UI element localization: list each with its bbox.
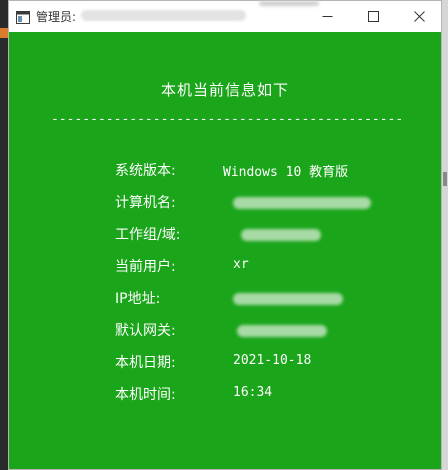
window-title: 管理员: [36, 10, 77, 24]
info-value: xr [233, 257, 249, 272]
close-button[interactable] [396, 1, 442, 32]
maximize-icon [367, 11, 379, 22]
info-label: 工作组/域: [115, 227, 181, 243]
info-label: 计算机名: [115, 195, 176, 211]
console-heading: 本机当前信息如下 [160, 81, 289, 99]
console-output[interactable]: 本机当前信息如下 -------------------------------… [9, 32, 441, 469]
info-label: 本机时间: [115, 387, 176, 403]
background-scrollbar [442, 0, 448, 470]
console-divider: ----------------------------------------… [51, 112, 403, 127]
background-window-edge [0, 0, 8, 470]
info-value: 2021-10-18 [233, 353, 312, 368]
minimize-button[interactable] [304, 1, 350, 32]
scrollbar-thumb [443, 172, 447, 186]
info-value: 16:34 [233, 385, 273, 400]
console-window: 管理员: 本机当前信息如下 --------------------------… [8, 0, 442, 470]
info-label: 当前用户: [115, 259, 176, 275]
redacted-value [241, 229, 321, 241]
info-label: 本机日期: [115, 355, 176, 371]
redacted-title-path [81, 10, 246, 21]
background-window-accent [0, 28, 8, 38]
maximize-button[interactable] [350, 1, 396, 32]
redacted-value [233, 197, 371, 209]
info-label: 系统版本: [115, 163, 176, 179]
minimize-icon [322, 16, 332, 17]
redacted-value [233, 293, 343, 305]
close-icon [413, 11, 425, 22]
title-bar[interactable]: 管理员: [9, 1, 441, 32]
info-label: 默认网关: [115, 323, 176, 339]
info-label: IP地址: [115, 291, 161, 307]
redacted-value [237, 325, 327, 337]
info-value: Windows 10 教育版 [223, 165, 349, 180]
console-app-icon [16, 9, 30, 24]
